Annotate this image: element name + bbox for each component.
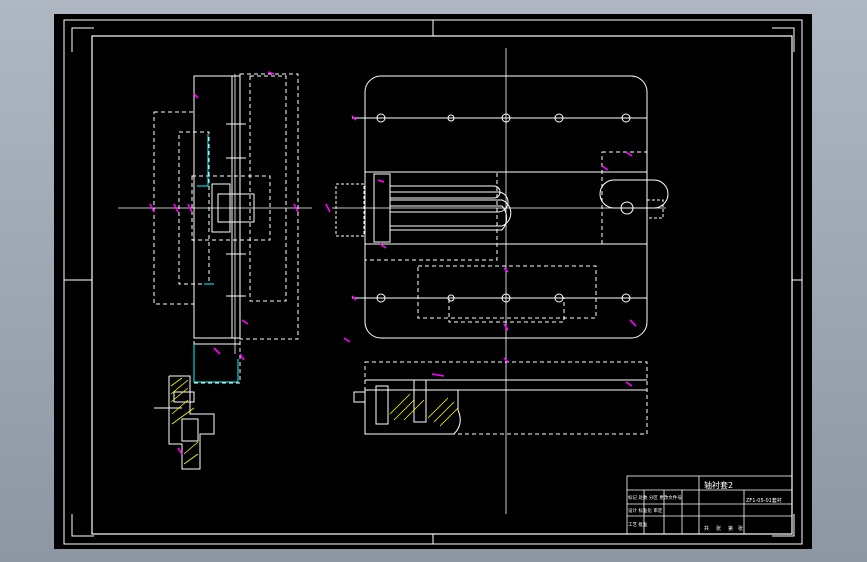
section-detail [154, 375, 215, 470]
side-view-accent [193, 134, 239, 383]
cad-drawing: 轴衬套2 ZF1-05-01套衬 标记 处数 分区 更改文件号 设计 标准化 审… [63, 19, 803, 545]
title-block-row-3: 工艺 批准 [628, 521, 648, 528]
section-hatch [170, 377, 199, 465]
plan-view [332, 48, 669, 514]
title-block-row-1: 标记 处数 分区 更改文件号 [628, 494, 682, 501]
title-block-sheet-label-1: 共 [704, 525, 709, 532]
corner-mark-bl [71, 514, 94, 537]
cad-viewport[interactable]: 轴衬套2 ZF1-05-01套衬 标记 处数 分区 更改文件号 设计 标准化 审… [54, 14, 812, 549]
side-view [118, 73, 312, 384]
sheet-border-outer [63, 19, 803, 545]
title-block-drawing-name: 轴衬套2 [704, 480, 733, 490]
title-block-title-text: ZF1-05-01套衬 [746, 497, 782, 504]
title-block-sheet-label-3: 第 [728, 525, 733, 532]
title-block-sheet-label-4: 张 [738, 525, 743, 532]
front-hatch [389, 393, 459, 427]
sheet-border-inner [91, 35, 793, 535]
title-block-sheet-label-2: 张 [716, 525, 721, 532]
corner-mark-tl [71, 27, 94, 52]
corner-mark-br [772, 514, 795, 537]
corner-mark-tr [772, 27, 795, 52]
front-view [353, 361, 648, 435]
title-block-row-2: 设计 标准化 审定 [628, 507, 663, 514]
dimension-marks [149, 71, 637, 455]
